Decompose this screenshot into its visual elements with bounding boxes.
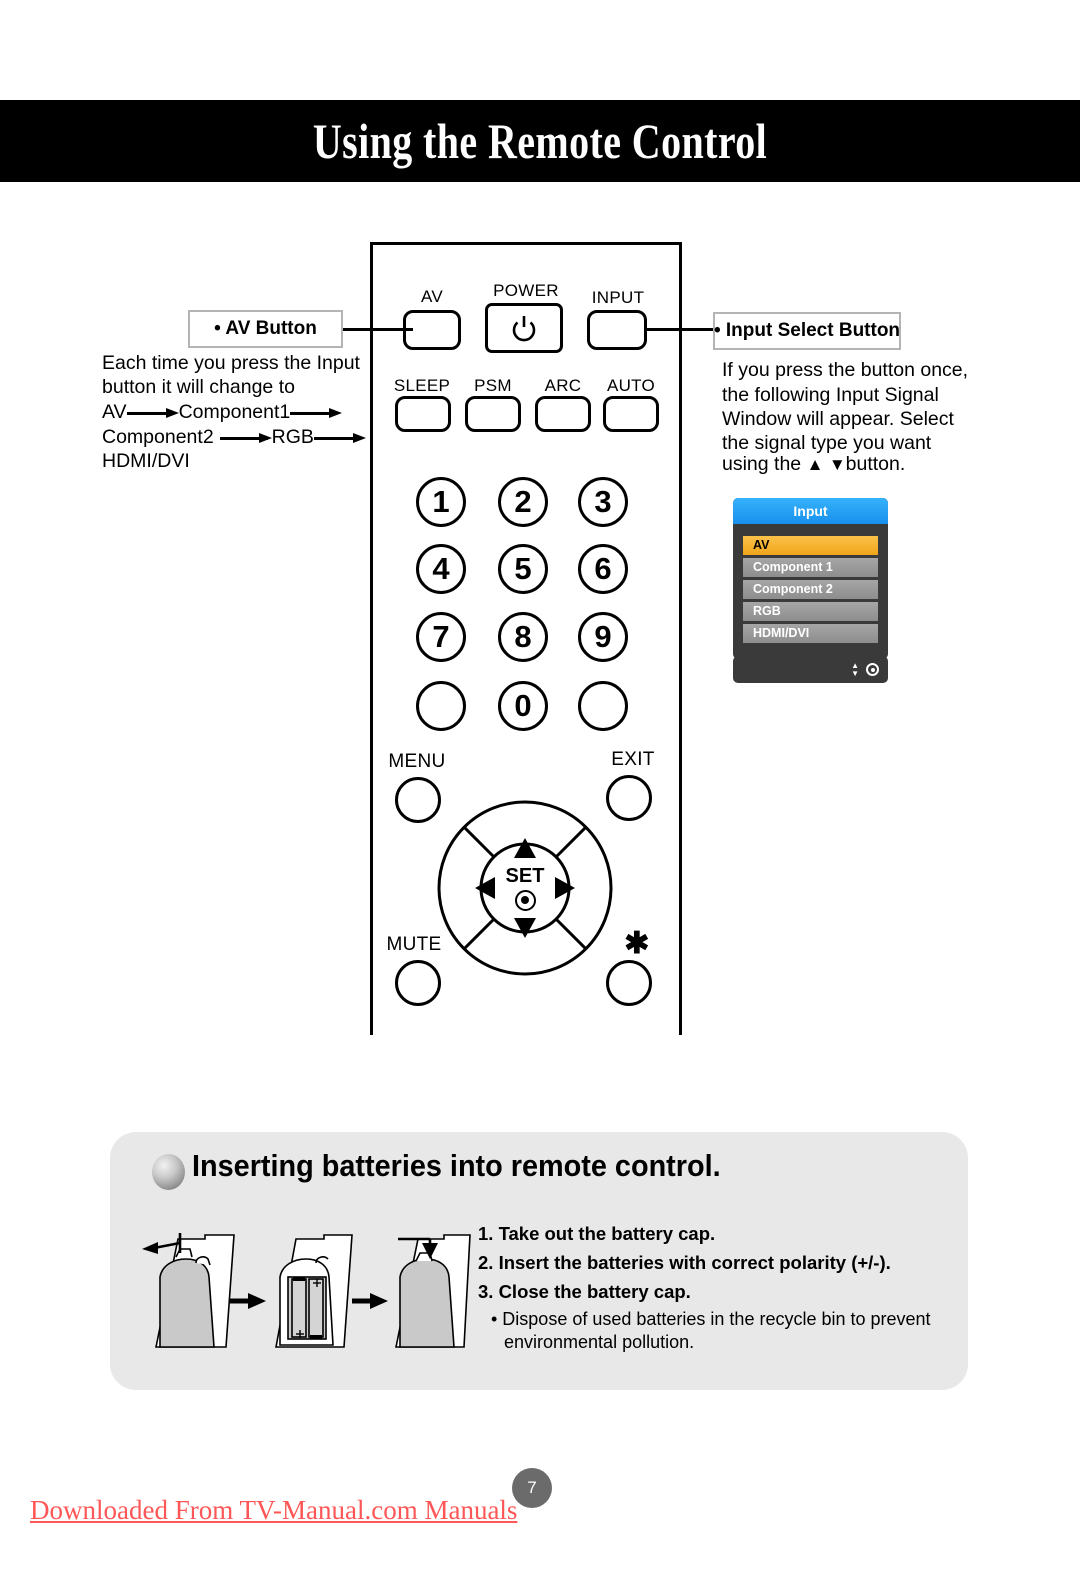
battery-section-heading: Inserting batteries into remote control.: [192, 1148, 721, 1183]
input-callout-box: • Input Select Button: [713, 312, 901, 350]
arrow-right-icon: [126, 407, 179, 418]
input-button[interactable]: [587, 310, 647, 350]
keypad-key-0[interactable]: 0: [498, 681, 548, 731]
arrow-right-icon: [230, 1293, 266, 1309]
mute-button[interactable]: [395, 960, 441, 1006]
battery-note-line2: environmental pollution.: [504, 1332, 695, 1352]
sleep-button[interactable]: [395, 396, 451, 432]
battery-illustrations: [130, 1215, 471, 1360]
keypad-key-9[interactable]: 9: [578, 612, 628, 662]
osd-updown-icon: ▲ ▼: [851, 660, 859, 678]
osd-footer-bar: ▲ ▼: [733, 656, 888, 683]
up-arrow-icon: ▲: [806, 455, 824, 474]
input-callout-line5: using the ▲ ▼button.: [722, 452, 905, 478]
keypad-key-2[interactable]: 2: [498, 477, 548, 527]
av-flow-item-hdmi: HDMI/DVI: [102, 450, 190, 472]
psm-button[interactable]: [465, 396, 521, 432]
av-flow-row-3: HDMI/DVI: [102, 449, 190, 474]
keypad-key-blank-left[interactable]: [416, 681, 466, 731]
input-button-label: INPUT: [591, 288, 645, 307]
power-icon: [512, 316, 536, 342]
down-arrow-icon: ▼: [828, 455, 846, 474]
av-callout-leader-line: [341, 328, 413, 331]
av-button-label: AV: [420, 287, 444, 306]
nav-up-arrow-icon: [514, 838, 536, 858]
arrow-right-icon: [290, 407, 343, 418]
arrow-right-icon: [214, 432, 272, 443]
battery-step-1: 1. Take out the battery cap.: [478, 1223, 716, 1244]
keypad-key-3[interactable]: 3: [578, 477, 628, 527]
av-flow-item-rgb: RGB: [271, 426, 314, 448]
battery-note-line1: • Dispose of used batteries in the recyc…: [491, 1309, 931, 1329]
keypad-key-8[interactable]: 8: [498, 612, 548, 662]
osd-item-av[interactable]: AV: [743, 536, 878, 555]
input-signal-window: Input AV Component 1 Component 2 RGB HDM…: [733, 498, 888, 659]
input-callout-line1: If you press the button once,: [722, 359, 969, 381]
auto-button-label: AUTO: [606, 376, 656, 395]
arrow-right-icon: [313, 432, 366, 443]
osd-set-icon: [866, 663, 879, 676]
arc-button[interactable]: [535, 396, 591, 432]
nav-down-arrow-icon: [514, 918, 536, 938]
input-callout-line3: Window will appear. Select: [722, 408, 954, 430]
keypad-key-blank-right[interactable]: [578, 681, 628, 731]
auto-button[interactable]: [603, 396, 659, 432]
power-button-label: POWER: [493, 281, 559, 300]
osd-item-rgb[interactable]: RGB: [743, 602, 878, 621]
input-callout-line5-pre: using the: [722, 453, 802, 475]
navigation-pad: [437, 800, 613, 976]
battery-step-3: 3. Close the battery cap.: [478, 1281, 691, 1302]
arc-button-label: ARC: [544, 376, 582, 395]
av-flow-item-component1: Component1: [178, 401, 291, 423]
input-callout-line5-post: button.: [845, 453, 906, 475]
osd-item-component-2[interactable]: Component 2: [743, 580, 878, 599]
osd-title: Input: [733, 498, 888, 524]
av-flow-item-component2: Component2: [102, 426, 214, 448]
keypad-key-5[interactable]: 5: [498, 544, 548, 594]
av-flow-row-2: Component2 RGB: [102, 425, 366, 450]
sphere-bullet-icon: [152, 1154, 185, 1190]
page-title: Using the Remote Control: [312, 113, 768, 169]
power-button[interactable]: [485, 303, 563, 353]
star-button-label: ✱: [624, 927, 650, 960]
av-callout-box: • AV Button: [188, 310, 343, 348]
osd-item-hdmi-dvi[interactable]: HDMI/DVI: [743, 624, 878, 643]
sleep-button-label: SLEEP: [393, 376, 451, 395]
osd-item-list: AV Component 1 Component 2 RGB HDMI/DVI: [733, 524, 888, 650]
menu-button-label: MENU: [388, 751, 446, 772]
battery-steps: 1. Take out the battery cap. 2. Insert t…: [478, 1219, 948, 1354]
input-callout-line2: the following Input Signal: [722, 384, 939, 406]
psm-button-label: PSM: [474, 376, 512, 395]
watermark-link[interactable]: Downloaded From TV-Manual.com Manuals: [30, 1495, 517, 1526]
av-callout-line1: Each time you press the Input: [102, 352, 360, 374]
nav-right-arrow-icon: [555, 877, 575, 899]
page-number-badge: 7: [512, 1468, 552, 1508]
mute-button-label: MUTE: [386, 934, 442, 955]
input-callout-leader-line: [645, 328, 717, 331]
keypad-key-7[interactable]: 7: [416, 612, 466, 662]
exit-button-label: EXIT: [611, 749, 655, 770]
av-flow-row-1: AV Component1: [102, 400, 343, 425]
keypad-key-4[interactable]: 4: [416, 544, 466, 594]
av-callout-line2: button it will change to: [102, 376, 295, 398]
osd-item-component-1[interactable]: Component 1: [743, 558, 878, 577]
arrow-right-icon: [352, 1293, 388, 1309]
menu-button[interactable]: [395, 777, 441, 823]
av-flow-item-av: AV: [102, 401, 127, 423]
keypad-key-6[interactable]: 6: [578, 544, 628, 594]
keypad-key-1[interactable]: 1: [416, 477, 466, 527]
battery-step-2: 2. Insert the batteries with correct pol…: [478, 1252, 891, 1273]
nav-left-arrow-icon: [475, 877, 495, 899]
